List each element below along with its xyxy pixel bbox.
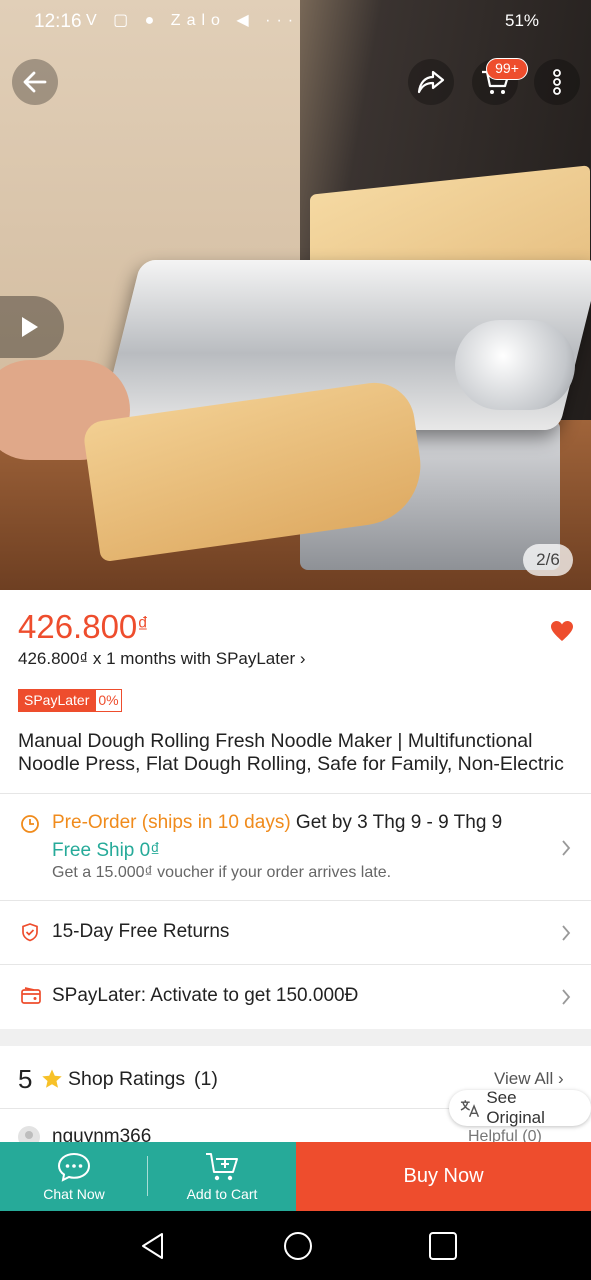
add-to-cart-button[interactable]: Add to Cart <box>148 1142 296 1211</box>
back-button[interactable] <box>12 59 58 105</box>
share-button[interactable] <box>408 59 454 105</box>
favorite-button[interactable] <box>550 620 574 647</box>
free-ship-label: Free Ship 0₫ <box>52 840 160 861</box>
price-value: 426.800 <box>18 608 138 645</box>
view-all-ratings-link[interactable]: View All › <box>494 1069 564 1089</box>
buy-now-button[interactable]: Buy Now <box>296 1142 591 1211</box>
nav-home-button[interactable] <box>283 1231 313 1261</box>
play-video-button[interactable] <box>0 296 64 358</box>
divider <box>0 793 591 794</box>
helpful-button[interactable]: Helpful (0) <box>468 1128 542 1142</box>
spaylater-tag-label: SPayLater <box>18 689 96 712</box>
divider <box>0 964 591 965</box>
more-vertical-icon <box>553 69 561 95</box>
clock-icon <box>20 814 40 839</box>
chevron-right-icon <box>560 987 572 1012</box>
late-voucher-text: Get a 15.000₫ voucher if your order arri… <box>52 864 392 881</box>
circle-home-icon <box>284 1232 312 1260</box>
shop-rating-score: 5 <box>18 1064 33 1094</box>
share-icon <box>417 70 445 94</box>
reviewer-name: nguynm366 <box>52 1126 152 1142</box>
system-nav-bar <box>0 1211 591 1280</box>
cart-count-badge: 99+ <box>486 58 528 80</box>
spaylater-promo-row[interactable]: SPayLater: Activate to get 150.000Đ <box>52 985 358 1007</box>
see-original-label: See Original <box>486 1088 545 1127</box>
square-recents-icon <box>429 1232 457 1260</box>
delivery-estimate: Get by 3 Thg 9 - 9 Thg 9 <box>290 812 503 833</box>
section-separator <box>0 1029 591 1046</box>
shipping-info-row[interactable]: Pre-Order (ships in 10 days) Get by 3 Th… <box>52 812 502 834</box>
secondary-actions: Chat Now Add to Cart <box>0 1142 296 1211</box>
action-separator <box>147 1156 148 1196</box>
product-title: Manual Dough Rolling Fresh Noodle Maker … <box>18 730 564 775</box>
installment-info[interactable]: 426.800₫ x 1 months with SPayLater › <box>18 649 306 669</box>
chat-now-label: Chat Now <box>43 1186 105 1202</box>
shield-icon <box>20 922 40 947</box>
chat-now-button[interactable]: Chat Now <box>0 1142 148 1211</box>
arrow-left-icon <box>23 71 47 93</box>
translate-icon <box>460 1100 480 1118</box>
price-currency: ₫ <box>137 612 149 637</box>
play-icon <box>22 317 38 337</box>
avatar <box>18 1126 40 1142</box>
add-to-cart-label: Add to Cart <box>186 1186 258 1202</box>
shop-ratings-title: Shop Ratings <box>68 1068 186 1090</box>
nav-recents-button[interactable] <box>428 1231 458 1261</box>
chevron-right-icon <box>560 923 572 948</box>
heart-icon <box>551 621 573 641</box>
machine-knob <box>455 320 575 410</box>
status-bar: 12:16 V ▢ ● Zalo ◀ ··· 51% <box>0 0 591 44</box>
bottom-action-bar: Chat Now Add to Cart Buy Now <box>0 1142 591 1211</box>
image-counter: 2/6 <box>523 544 573 576</box>
see-original-button[interactable]: See Original <box>449 1088 591 1127</box>
status-time: 12:16 <box>34 11 82 32</box>
spaylater-tag: SPayLater 0% <box>18 689 122 712</box>
shop-ratings-count: (1) <box>194 1068 218 1090</box>
wallet-icon <box>20 986 42 1011</box>
product-price: 426.800₫ <box>18 608 149 646</box>
star-icon <box>41 1068 63 1095</box>
triangle-back-icon <box>142 1233 163 1259</box>
status-notification-icons: V ▢ ● Zalo ◀ ··· <box>86 12 300 29</box>
divider <box>0 900 591 901</box>
more-options-button[interactable] <box>534 59 580 105</box>
preorder-label: Pre-Order (ships in 10 days) <box>52 812 291 833</box>
battery-level: 51% <box>505 11 540 30</box>
add-cart-icon <box>206 1153 238 1181</box>
nav-back-button[interactable] <box>138 1231 168 1261</box>
spaylater-tag-rate: 0% <box>95 689 122 712</box>
chevron-right-icon <box>560 838 572 863</box>
free-returns-row[interactable]: 15-Day Free Returns <box>52 921 229 943</box>
chat-icon <box>57 1152 91 1182</box>
